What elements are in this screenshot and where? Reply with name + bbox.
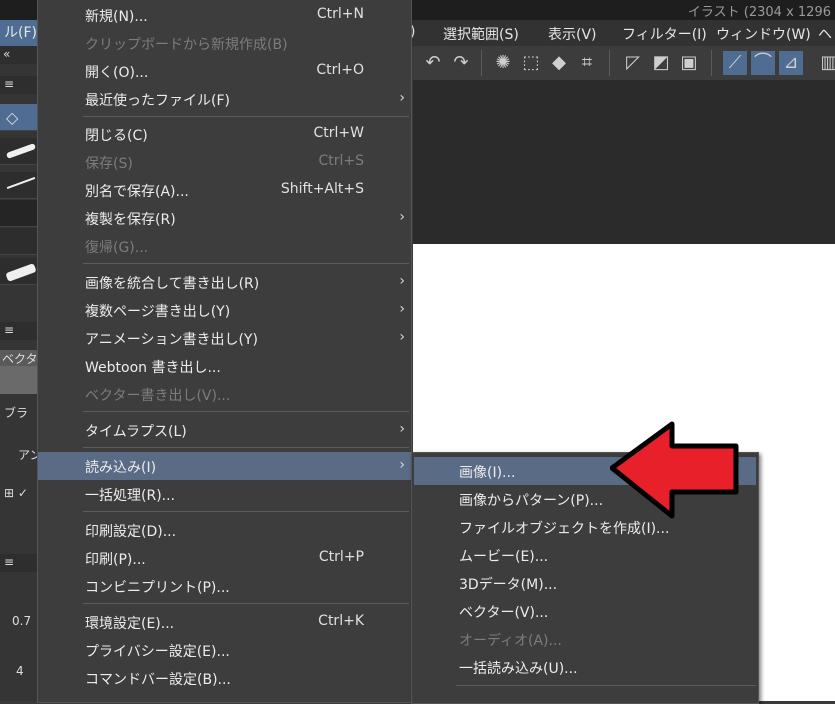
- chevron-right-icon: ›: [399, 209, 405, 225]
- menu-separator: [83, 116, 409, 117]
- menu-icon[interactable]: ≡: [4, 555, 14, 569]
- red-pointer-arrow-icon: [610, 421, 739, 519]
- grid-snap-icon[interactable]: ⊿: [779, 51, 803, 75]
- menu-item-save[interactable]: 保存(S) Ctrl+S: [38, 148, 411, 176]
- chevron-right-icon: ›: [399, 329, 405, 345]
- menu-item-new-from-clipboard[interactable]: クリップボードから新規作成(B): [38, 29, 411, 57]
- menu-item-export-webtoon[interactable]: Webtoon 書き出し...: [38, 352, 411, 380]
- menu-item-print-settings[interactable]: 印刷設定(D)...: [38, 516, 411, 544]
- menu-item-export-vector[interactable]: ベクター書き出し(V)...: [38, 380, 411, 408]
- menu-item-open[interactable]: 開く(O)... Ctrl+O: [38, 57, 411, 85]
- submenu-item-vector[interactable]: ベクター(V)...: [414, 597, 756, 625]
- size-value-b[interactable]: 4: [16, 664, 24, 678]
- expand-icon[interactable]: ⊞ ✓: [4, 486, 28, 500]
- menu-selection[interactable]: 選択範囲(S): [443, 24, 519, 44]
- eraser-tool[interactable]: ◇: [0, 104, 37, 131]
- menu-item-print[interactable]: 印刷(P)... Ctrl+P: [38, 544, 411, 572]
- ruler-snap-icon[interactable]: ⟋: [723, 51, 747, 75]
- menu-separator: [83, 603, 409, 604]
- menu-window[interactable]: ウィンドウ(W): [716, 24, 811, 44]
- menu-item-export-animation[interactable]: アニメーション書き出し(Y) ›: [38, 324, 411, 352]
- left-sidebar: « ≡ ◇ ≡ ベクタ ブラ アン ⊞ ✓ ≡ 0.7 4: [0, 46, 42, 701]
- brush-stroke-icon: [5, 263, 37, 282]
- canvas-background: [413, 80, 835, 244]
- chevron-right-icon: ›: [399, 273, 405, 289]
- menu-item-recent-files[interactable]: 最近使ったファイル(F) ›: [38, 85, 411, 113]
- undo-icon[interactable]: ↶: [421, 51, 445, 75]
- menu-icon[interactable]: ≡: [4, 323, 14, 337]
- window-title: イラスト (2304 x 1296: [687, 5, 831, 20]
- brush-preset[interactable]: [0, 258, 37, 285]
- plus-label: ブラ: [4, 406, 29, 420]
- submenu-item-batch-import[interactable]: 一括読み込み(U)...: [414, 653, 756, 681]
- toolbar-divider: [609, 50, 610, 76]
- brush-preset[interactable]: [0, 172, 37, 199]
- menu-item-preferences[interactable]: 環境設定(E)... Ctrl+K: [38, 608, 411, 636]
- size-value-a[interactable]: 0.7: [12, 614, 31, 628]
- brush-stroke-icon: [5, 143, 37, 159]
- crop-icon[interactable]: ◸: [621, 51, 645, 75]
- menu-item-revert[interactable]: 復帰(G)...: [38, 232, 411, 260]
- menu-item-import[interactable]: 読み込み(I) ›: [38, 452, 411, 480]
- menu-item-new[interactable]: 新規(N)... Ctrl+N: [38, 1, 411, 29]
- panel-icon[interactable]: ▥: [817, 51, 835, 75]
- menu-item-convenience-print[interactable]: コンビニプリント(P)...: [38, 572, 411, 600]
- menu-item-close[interactable]: 閉じる(C) Ctrl+W: [38, 120, 411, 148]
- menu-icon[interactable]: ≡: [4, 77, 14, 91]
- submenu-item-audio[interactable]: オーディオ(A)...: [414, 625, 756, 653]
- brush-stroke-icon: [6, 176, 36, 190]
- menu-item-batch-process[interactable]: 一括処理(R)...: [38, 480, 411, 508]
- chevron-right-icon: ›: [399, 457, 405, 473]
- tool-property-header: ≡: [0, 322, 37, 340]
- collapse-icon: «: [3, 47, 11, 61]
- menu-item-export-flattened[interactable]: 画像を統合して書き出し(R) ›: [38, 268, 411, 296]
- menu-item-export-pages[interactable]: 複数ページ書き出し(Y) ›: [38, 296, 411, 324]
- frame-icon[interactable]: ▣: [677, 51, 701, 75]
- menu-separator: [83, 511, 409, 512]
- special-ruler-snap-icon[interactable]: ⌒: [751, 51, 775, 75]
- menu-item-timelapse[interactable]: タイムラプス(L) ›: [38, 416, 411, 444]
- select-clear-icon[interactable]: ⬚: [519, 51, 543, 75]
- redo-icon[interactable]: ↷: [449, 51, 473, 75]
- gradient-icon[interactable]: ◩: [649, 51, 673, 75]
- menu-help[interactable]: ヘ: [818, 24, 832, 44]
- menu-item-save-copy[interactable]: 複製を保存(R) ›: [38, 204, 411, 232]
- brush-preset[interactable]: [0, 228, 37, 255]
- submenu-item-movie[interactable]: ムービー(E)...: [414, 541, 756, 569]
- menu-separator: [83, 411, 409, 412]
- toolbar-divider: [481, 50, 482, 76]
- file-menu: 新規(N)... Ctrl+N クリップボードから新規作成(B) 開く(O)...…: [37, 0, 412, 703]
- menu-item-save-as[interactable]: 別名で保存(A)... Shift+Alt+S: [38, 176, 411, 204]
- chevron-right-icon: ›: [399, 90, 405, 106]
- submenu-item-3d-data[interactable]: 3Dデータ(M)...: [414, 569, 756, 597]
- menu-item-command-bar-settings[interactable]: コマンドバー設定(B)...: [38, 664, 411, 692]
- toolbar-divider: [711, 50, 712, 76]
- brush-preset[interactable]: [0, 138, 37, 165]
- menu-separator: [83, 263, 409, 264]
- command-bar: ↶ ↷ ✺ ⬚ ◆ ⌗ ◸ ◩ ▣ ⟋ ⌒ ⊿ ▥: [413, 46, 835, 80]
- brush-preset[interactable]: [0, 200, 37, 227]
- brush-preview: [0, 366, 37, 394]
- transform-icon[interactable]: ⌗: [575, 51, 599, 75]
- chevron-right-icon: ›: [399, 421, 405, 437]
- menu-item-privacy-settings[interactable]: プライバシー設定(E)...: [38, 636, 411, 664]
- panel-collapse-bar[interactable]: «: [0, 46, 37, 64]
- menu-filter[interactable]: フィルター(I): [622, 24, 707, 44]
- brush-size-header: ≡: [0, 554, 37, 572]
- menu-separator: [83, 447, 409, 448]
- subtool-header: ≡: [0, 76, 37, 94]
- eraser-icon: ◇: [6, 108, 19, 127]
- menu-file[interactable]: ル(F): [0, 20, 41, 46]
- menu-view[interactable]: 表示(V): [548, 24, 597, 44]
- vector-label: ベクタ: [0, 350, 40, 367]
- fill-icon[interactable]: ◆: [547, 51, 571, 75]
- menu-separator: [456, 685, 756, 686]
- chevron-right-icon: ›: [399, 301, 405, 317]
- loading-icon[interactable]: ✺: [491, 51, 515, 75]
